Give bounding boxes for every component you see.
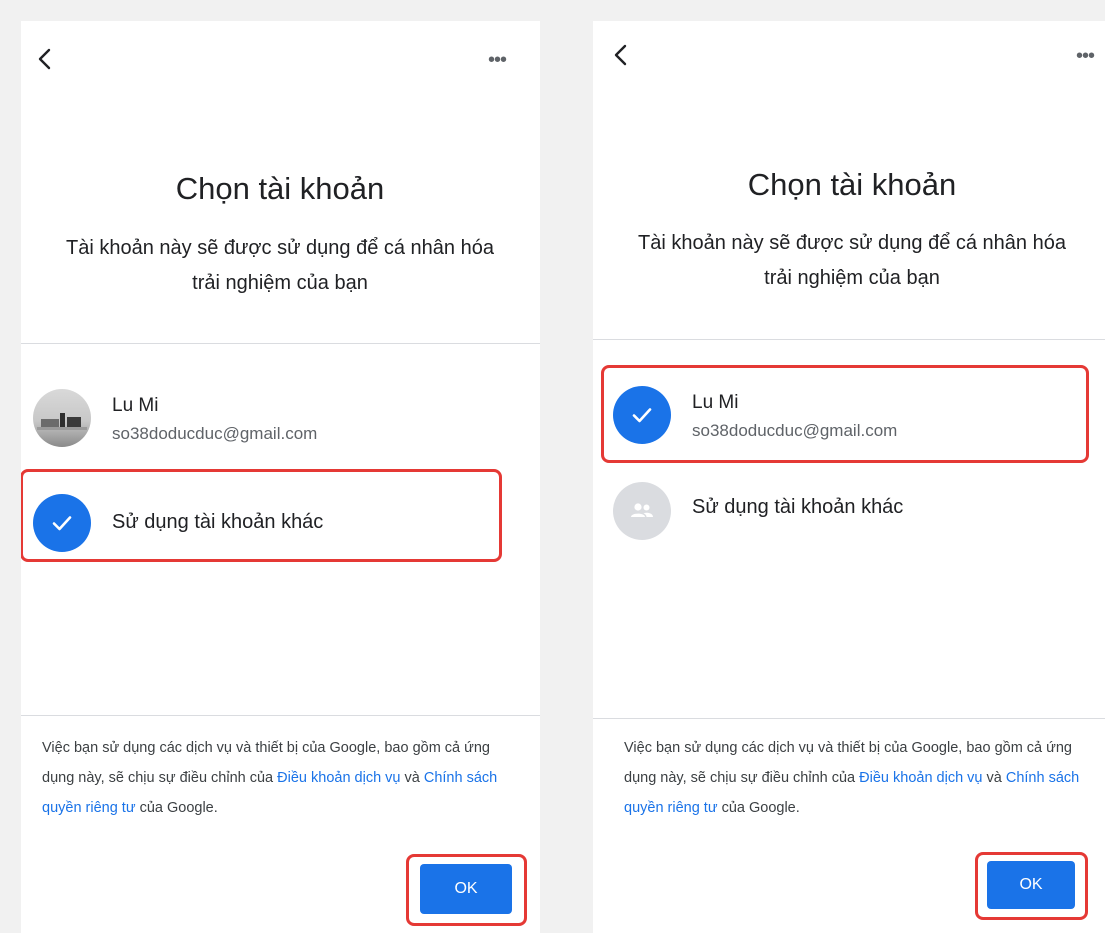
account-chooser-screen-left: ••• Chọn tài khoản Tài khoản này sẽ được… bbox=[21, 21, 540, 933]
terms-text: và bbox=[982, 770, 1006, 786]
account-item[interactable]: Lu Mi so38doducduc@gmail.com bbox=[613, 383, 1093, 463]
back-arrow-icon[interactable] bbox=[31, 45, 59, 73]
account-name: Lu Mi bbox=[112, 395, 159, 416]
page-subtitle: Tài khoản này sẽ được sử dụng để cá nhân… bbox=[66, 237, 494, 294]
divider bbox=[21, 343, 540, 344]
use-another-account-item[interactable]: Sử dụng tài khoản khác bbox=[33, 491, 528, 571]
account-chooser-screen-right: ••• Chọn tài khoản Tài khoản này sẽ được… bbox=[593, 21, 1105, 933]
checkmark-icon bbox=[613, 386, 671, 444]
account-name: Lu Mi bbox=[692, 392, 739, 413]
terms-notice: Việc bạn sử dụng các dịch vụ và thiết bị… bbox=[42, 733, 512, 823]
terms-notice: Việc bạn sử dụng các dịch vụ và thiết bị… bbox=[624, 733, 1094, 823]
terms-of-service-link[interactable]: Điều khoản dịch vụ bbox=[277, 770, 400, 786]
more-options-icon[interactable]: ••• bbox=[1076, 46, 1095, 66]
avatar bbox=[33, 389, 91, 447]
page-title: Chọn tài khoản bbox=[175, 171, 385, 206]
account-email: so38doducduc@gmail.com bbox=[692, 421, 898, 440]
terms-text: của Google. bbox=[717, 800, 800, 816]
page-subtitle: Tài khoản này sẽ được sử dụng để cá nhân… bbox=[638, 232, 1066, 289]
account-item[interactable]: Lu Mi so38doducduc@gmail.com bbox=[33, 386, 528, 466]
account-email: so38doducduc@gmail.com bbox=[112, 424, 318, 443]
page-title: Chọn tài khoản bbox=[747, 167, 957, 202]
people-icon bbox=[613, 482, 671, 540]
back-arrow-icon[interactable] bbox=[607, 41, 635, 69]
checkmark-icon bbox=[33, 494, 91, 552]
ok-button[interactable]: OK bbox=[420, 864, 512, 914]
divider bbox=[593, 718, 1105, 719]
more-options-icon[interactable]: ••• bbox=[488, 50, 507, 70]
divider bbox=[593, 339, 1105, 340]
terms-text: của Google. bbox=[135, 800, 218, 816]
profile-photo-icon bbox=[37, 413, 87, 430]
use-another-account-item[interactable]: Sử dụng tài khoản khác bbox=[613, 479, 1093, 559]
use-another-account-label: Sử dụng tài khoản khác bbox=[112, 511, 324, 533]
use-another-account-label: Sử dụng tài khoản khác bbox=[692, 496, 904, 518]
terms-text: và bbox=[400, 770, 424, 786]
divider bbox=[21, 715, 540, 716]
terms-of-service-link[interactable]: Điều khoản dịch vụ bbox=[859, 770, 982, 786]
ok-button[interactable]: OK bbox=[987, 861, 1075, 909]
